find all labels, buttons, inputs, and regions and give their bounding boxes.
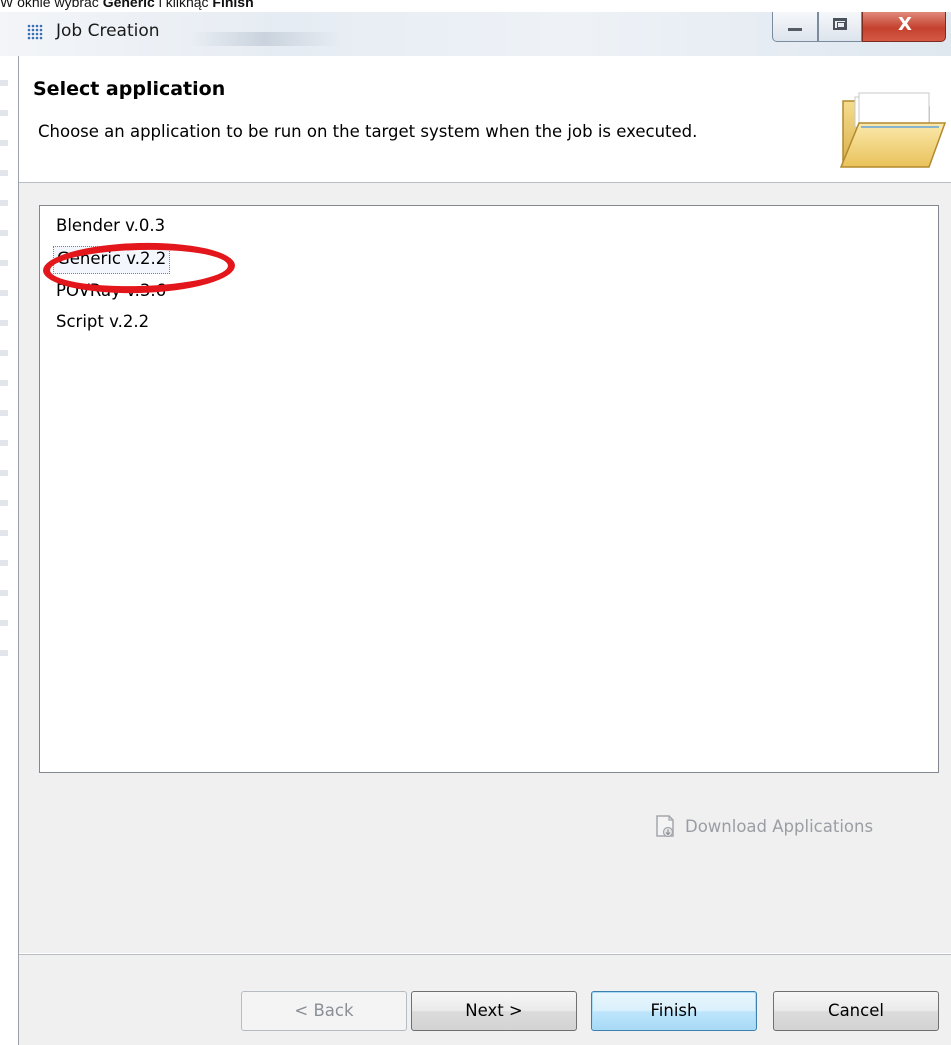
job-creation-window: Job Creation X Select application Choose… [0,12,951,1045]
page-title: Select application [33,78,226,100]
maximize-button[interactable] [818,12,862,42]
instruction-caption: W oknie wybrać Generic i kliknąć Finish [0,0,254,10]
wizard-footer: < Back Next > Finish Cancel [19,954,951,1045]
download-document-icon [656,815,674,838]
finish-button[interactable]: Finish [591,991,757,1031]
maximize-icon [833,18,847,30]
close-button[interactable]: X [862,12,946,42]
page: W oknie wybrać Generic i kliknąć Finish … [0,0,951,1045]
back-button[interactable]: < Back [241,991,407,1031]
next-button[interactable]: Next > [411,991,577,1031]
list-item-generic[interactable]: Generic v.2.2 [53,246,171,274]
list-item-povray[interactable]: POVRay v.3.6 [53,278,169,304]
download-applications-link[interactable]: Download Applications [653,811,873,841]
wizard-header: Select application Choose an application… [19,56,951,183]
list-item-blender[interactable]: Blender v.0.3 [53,213,168,239]
cancel-button[interactable]: Cancel [773,991,939,1031]
download-applications-label: Download Applications [685,816,874,836]
open-folder-icon [839,92,947,168]
title-blur [190,32,340,46]
list-item-script[interactable]: Script v.2.2 [53,309,152,335]
left-edge-blur [0,56,8,656]
page-description: Choose an application to be run on the t… [38,122,698,141]
minimize-icon [788,28,802,31]
grid-dots-icon [27,24,43,40]
close-icon: X [898,14,912,35]
minimize-button[interactable] [772,12,818,42]
application-list[interactable]: Blender v.0.3 Generic v.2.2 POVRay v.3.6… [39,205,939,773]
wizard-body: Blender v.0.3 Generic v.2.2 POVRay v.3.6… [19,183,951,953]
title-bar[interactable]: Job Creation X [0,12,951,56]
window-title: Job Creation [56,21,160,41]
